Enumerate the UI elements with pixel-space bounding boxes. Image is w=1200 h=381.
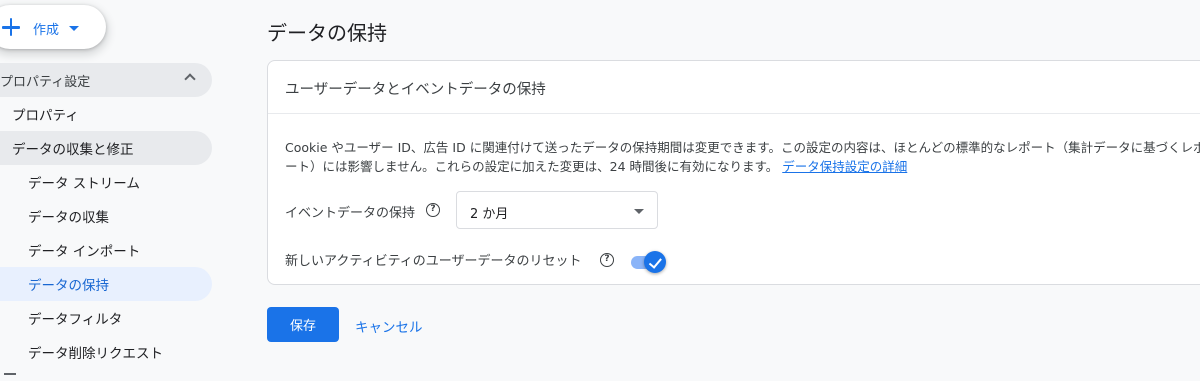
learn-more-link[interactable]: データ保持設定の詳細	[782, 159, 907, 174]
reset-user-data-toggle[interactable]	[629, 250, 667, 274]
sidebar-item-data-collection[interactable]: データの収集	[0, 199, 109, 233]
create-button-label: 作成	[33, 23, 60, 38]
chevron-down-icon	[69, 26, 79, 31]
page-title: データの保持	[267, 21, 387, 45]
checkmark-icon	[644, 251, 666, 273]
sidebar-item-data-filters[interactable]: データフィルタ	[0, 301, 122, 335]
reset-user-data-label: 新しいアクティビティのユーザーデータのリセット	[285, 254, 582, 269]
sidebar-item-data-import[interactable]: データ インポート	[0, 233, 140, 267]
description-text: Cookie やユーザー ID、広告 ID に関連付けて送ったデータの保持期間は…	[285, 140, 1200, 174]
event-retention-label: イベントデータの保持	[285, 206, 416, 221]
dropdown-arrow-icon	[634, 209, 644, 214]
sidebar-item-label: データ削除リクエスト	[28, 346, 163, 362]
sidebar-item-label: データ インポート	[28, 244, 141, 260]
create-button[interactable]: 作成	[0, 5, 106, 49]
sidebar-item-property[interactable]: プロパティ	[0, 97, 79, 131]
sidebar-section-property-settings[interactable]: プロパティ設定	[0, 63, 212, 97]
cancel-button[interactable]: キャンセル	[355, 316, 423, 336]
sidebar-item-data-collection-modification[interactable]: データの収集と修正	[0, 131, 212, 165]
help-icon[interactable]: ?	[426, 203, 440, 217]
page: 作成 プロパティ設定 プロパティ データの収集と修正 データ ストリーム データ…	[0, 0, 1200, 381]
event-retention-select[interactable]: 2 か月	[456, 191, 658, 229]
sidebar-item-label: データの収集と修正	[12, 142, 134, 158]
sidebar-item-label: データ ストリーム	[28, 176, 140, 192]
event-retention-value: 2 か月	[470, 207, 509, 222]
card-header: ユーザーデータとイベントデータの保持	[268, 61, 1200, 114]
sidebar-item-label: データフィルタ	[28, 312, 123, 328]
sidebar-item-data-deletion-requests[interactable]: データ削除リクエスト	[0, 335, 163, 369]
save-button[interactable]: 保存	[267, 307, 339, 342]
sidebar-item-data-streams[interactable]: データ ストリーム	[0, 165, 140, 199]
help-icon[interactable]: ?	[600, 253, 614, 267]
card-title: ユーザーデータとイベントデータの保持	[285, 82, 546, 98]
sidebar-item-label: データの収集	[28, 210, 109, 226]
chevron-up-icon	[184, 73, 196, 85]
sidebar-item-data-retention[interactable]: データの保持	[0, 267, 212, 301]
sidebar-section-label: プロパティ設定	[0, 74, 91, 90]
sidebar-item-label: データの保持	[28, 278, 109, 294]
sidebar: 作成 プロパティ設定 プロパティ データの収集と修正 データ ストリーム データ…	[0, 0, 230, 381]
retention-card: ユーザーデータとイベントデータの保持 Cookie やユーザー ID、広告 ID…	[267, 60, 1200, 285]
description: Cookie やユーザー ID、広告 ID に関連付けて送ったデータの保持期間は…	[285, 138, 1200, 176]
sidebar-item-label: プロパティ	[12, 108, 79, 124]
chevron-icon	[4, 373, 16, 381]
plus-icon	[0, 14, 22, 40]
